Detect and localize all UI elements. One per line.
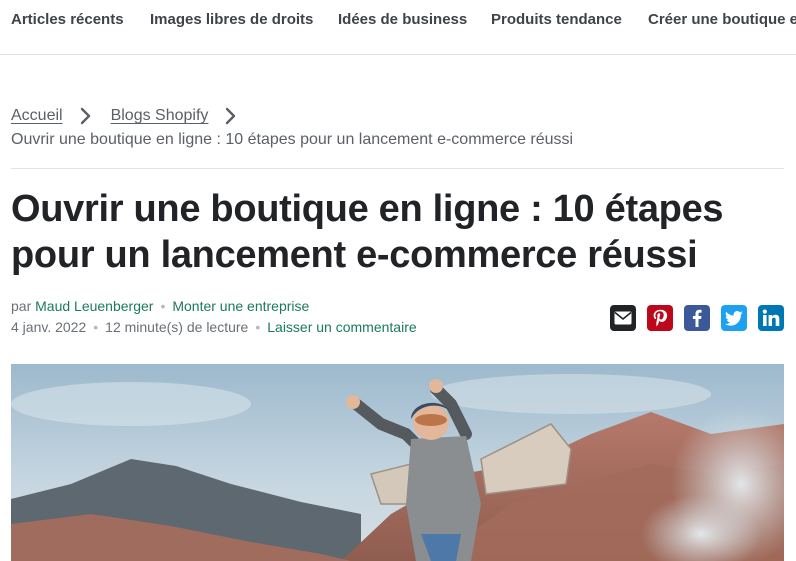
breadcrumb-blog-link[interactable]: Blogs Shopify <box>111 107 209 125</box>
publish-date: 4 janv. 2022 <box>11 319 87 335</box>
email-icon <box>614 311 632 325</box>
article-title: Ouvrir une boutique en ligne : 10 étapes… <box>11 188 724 276</box>
hero-image <box>11 364 784 561</box>
share-facebook-button[interactable] <box>684 305 710 331</box>
author-link[interactable]: Maud Leuenberger <box>35 298 153 314</box>
separator-dot: • <box>93 319 99 335</box>
hero-illustration <box>11 364 784 561</box>
category-link[interactable]: Monter une entreprise <box>172 298 309 314</box>
chevron-right-icon <box>226 107 236 125</box>
separator-dot: • <box>255 319 261 335</box>
nav-item-create-store[interactable]: Créer une boutique en ligne <box>648 11 796 28</box>
article-byline: par Maud Leuenberger • Monter une entrepri… <box>11 298 309 314</box>
linkedin-icon <box>762 309 780 326</box>
share-twitter-button[interactable] <box>721 305 747 331</box>
nav-item-free-images[interactable]: Images libres de droits <box>150 11 313 28</box>
nav-item-recent-articles[interactable]: Articles récents <box>11 11 124 28</box>
article-meta: 4 janv. 2022 • 12 minute(s) de lecture • Lai… <box>11 319 417 335</box>
top-navigation: Articles récents Images libres de droits… <box>0 0 796 55</box>
share-email-button[interactable] <box>610 305 636 331</box>
chevron-right-icon <box>80 107 90 125</box>
byline-prefix: par <box>11 298 32 314</box>
breadcrumb-home-link[interactable]: Accueil <box>11 107 63 125</box>
nav-item-trending-products[interactable]: Produits tendance <box>491 11 622 28</box>
comment-link[interactable]: Laisser un commentaire <box>267 319 416 335</box>
separator-dot: • <box>160 298 166 314</box>
share-pinterest-button[interactable] <box>647 305 673 331</box>
nav-item-business-ideas[interactable]: Idées de business <box>338 11 467 28</box>
share-buttons <box>610 305 784 331</box>
pinterest-icon <box>653 309 668 327</box>
breadcrumb-current-page: Ouvrir une boutique en ligne : 10 étapes… <box>11 131 574 148</box>
facebook-icon <box>692 309 702 327</box>
reading-time: 12 minute(s) de lecture <box>105 319 249 335</box>
breadcrumb: Accueil Blogs Shopify <box>11 104 256 128</box>
twitter-icon <box>725 310 743 326</box>
divider <box>11 168 784 169</box>
share-linkedin-button[interactable] <box>758 305 784 331</box>
